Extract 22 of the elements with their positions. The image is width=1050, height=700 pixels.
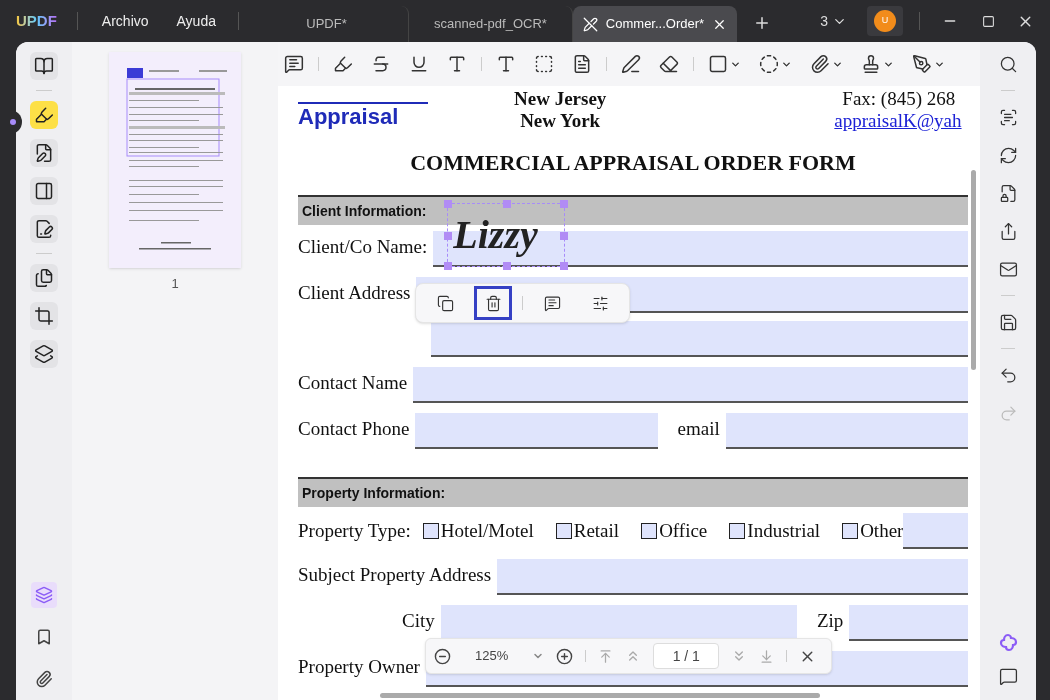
page-number: 1: [171, 275, 179, 293]
field-label: Contact Name: [298, 370, 408, 395]
checkbox-label: Other: [860, 518, 904, 543]
field-label: Contact Phone: [298, 416, 410, 441]
address-line: New Jersey: [514, 88, 607, 110]
field-label: City: [402, 608, 435, 633]
address-line: New York: [520, 110, 601, 132]
field-label: Client Address: [298, 280, 411, 305]
field-label: Zip: [816, 608, 844, 633]
checkbox-label: Office: [659, 518, 708, 543]
checkbox-label: Industrial: [747, 518, 821, 543]
section-bar: Property Information:: [298, 477, 968, 507]
checkbox-label: Retail: [573, 518, 620, 543]
field-label: Client/Co Name:: [298, 234, 428, 259]
form-title: COMMERCIAL APPRAISAL ORDER FORM: [409, 149, 857, 177]
field-label: Property Owner: [298, 654, 420, 679]
field-label: Property Type:: [298, 518, 411, 543]
company-logo: Appraisal: [298, 104, 400, 130]
field-label: email: [677, 416, 720, 441]
fax-number: Fax: (845) 268: [842, 88, 957, 110]
field-label: Subject Property Address: [298, 562, 492, 587]
checkbox-label: Hotel/Motel: [440, 518, 534, 543]
